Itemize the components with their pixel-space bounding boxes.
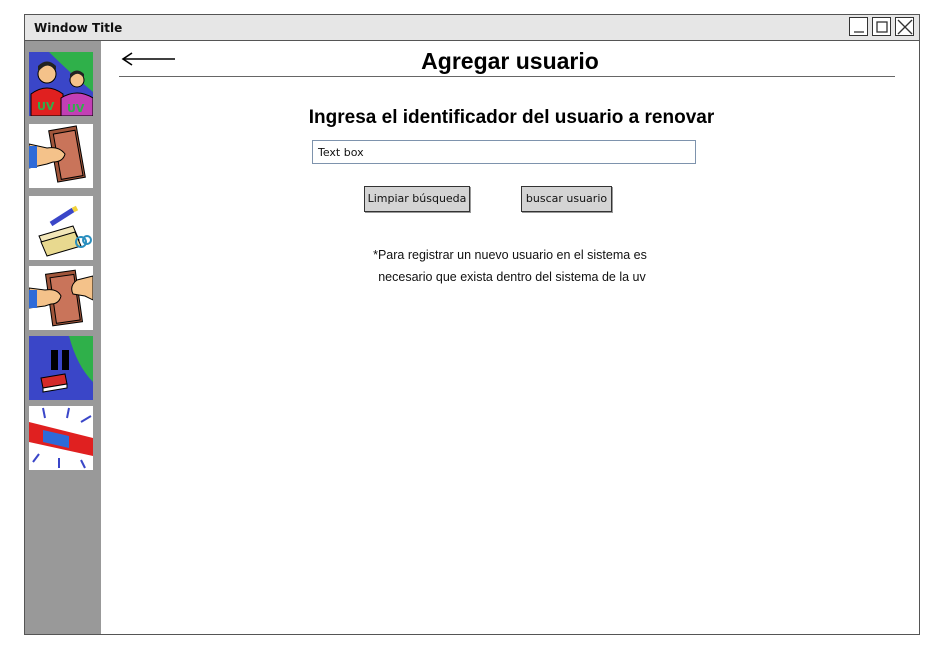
alert-siren-icon <box>29 406 93 470</box>
title-bar: Window Title <box>25 15 919 41</box>
sidebar-item-loan[interactable] <box>29 124 93 188</box>
sidebar: UV UV <box>25 41 101 634</box>
sidebar-item-register[interactable] <box>29 196 93 260</box>
svg-text:UV: UV <box>37 100 55 113</box>
maximize-button[interactable] <box>872 17 891 36</box>
title-divider <box>119 76 895 77</box>
page-title: Agregar usuario <box>421 48 599 74</box>
book-loan-icon <box>29 124 93 188</box>
close-button[interactable] <box>895 17 914 36</box>
close-icon <box>897 19 913 35</box>
maximize-icon <box>876 21 888 33</box>
users-icon: UV UV <box>29 52 93 116</box>
sidebar-item-users[interactable]: UV UV <box>29 52 93 116</box>
search-user-button[interactable]: buscar usuario <box>521 186 612 212</box>
sidebar-item-return[interactable] <box>29 266 93 330</box>
main-content: Agregar usuario Ingresa el identificador… <box>101 41 919 634</box>
clear-search-button[interactable]: Limpiar búsqueda <box>364 186 470 212</box>
sidebar-item-suspend[interactable] <box>29 336 93 400</box>
form-prompt: Ingresa el identificador del usuario a r… <box>308 107 715 128</box>
note-line-1: *Para registrar un nuevo usuario en el s… <box>373 248 647 262</box>
app-window: Window Title UV UV Agregar usuario Ingre… <box>24 14 920 635</box>
minimize-icon <box>854 31 864 33</box>
register-icon <box>29 196 93 260</box>
note-line-2: necesario que exista dentro del sistema … <box>378 270 646 284</box>
user-id-input[interactable]: Text box <box>312 140 696 164</box>
svg-text:UV: UV <box>67 102 85 115</box>
pause-book-icon <box>29 336 93 400</box>
book-return-icon <box>29 266 93 330</box>
minimize-button[interactable] <box>849 17 868 36</box>
sidebar-item-alert[interactable] <box>29 406 93 470</box>
window-title: Window Title <box>34 21 123 35</box>
